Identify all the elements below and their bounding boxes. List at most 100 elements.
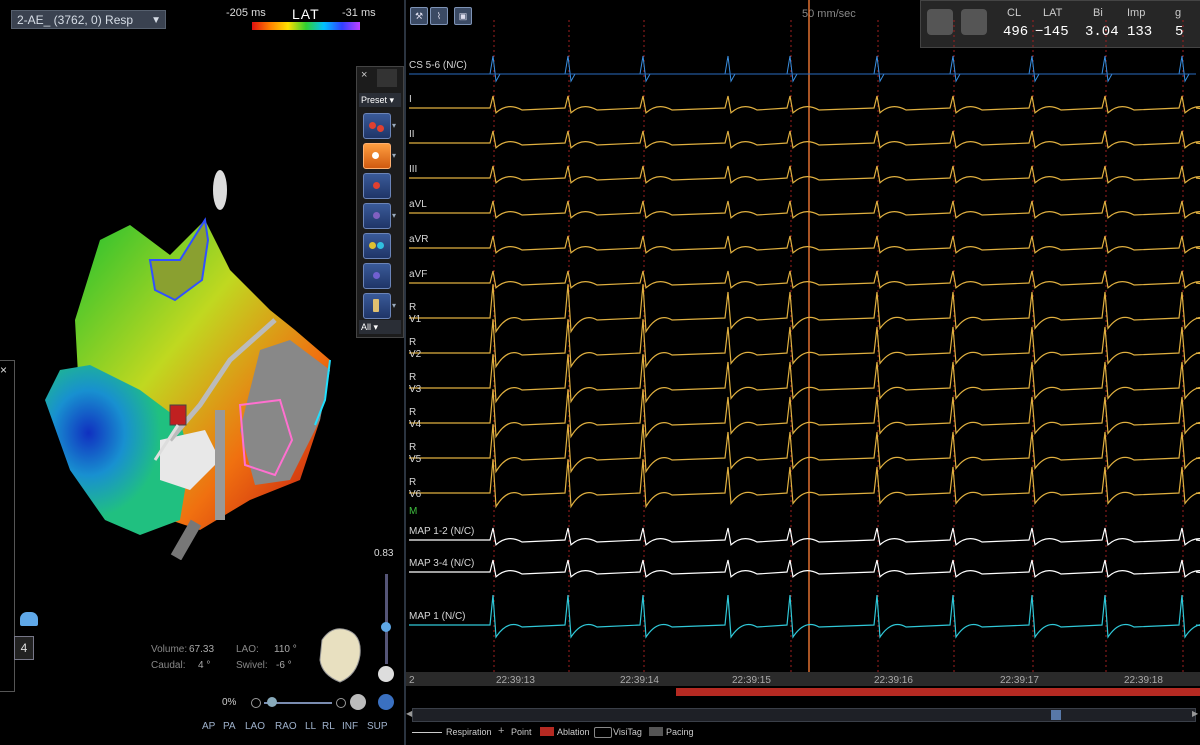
display-toolbar: × Preset ▾ ▾ ▾ ▾ ▾ All ▾ xyxy=(356,66,404,338)
channel-label: R V2 xyxy=(409,337,421,361)
lead-name: V3 xyxy=(409,384,422,395)
legend-point: Point xyxy=(511,727,532,737)
signal-trace xyxy=(409,389,1200,439)
preset-select[interactable]: Preset ▾ xyxy=(359,93,401,107)
signal-trace xyxy=(409,354,1200,404)
view-rao[interactable]: RAO xyxy=(275,721,297,732)
zoom-in-icon[interactable] xyxy=(336,698,346,708)
channel-label: MAP 1 (N/C) xyxy=(409,611,466,622)
signal-traces[interactable] xyxy=(406,0,1200,672)
zoom-slider-thumb[interactable] xyxy=(267,697,277,707)
scroll-right-icon[interactable]: ▶ xyxy=(1192,709,1198,718)
channel-label: III xyxy=(409,164,418,175)
lead-name: V4 xyxy=(409,419,422,430)
timeline-left-marker: 2 xyxy=(409,675,415,686)
lead-name: V5 xyxy=(409,454,422,465)
channel-label: R V3 xyxy=(409,372,421,396)
zoom-out-icon[interactable] xyxy=(251,698,261,708)
channel-label: II xyxy=(409,129,415,140)
time-tick: 22:39:16 xyxy=(874,675,913,686)
chevron-down-icon[interactable]: ▾ xyxy=(392,151,396,160)
channel-label: R V4 xyxy=(409,407,421,431)
scrollbar-thumb[interactable] xyxy=(1051,710,1061,720)
grid-points-button[interactable] xyxy=(363,203,391,229)
lat-min-label: -205 ms xyxy=(226,7,266,19)
swivel-value: -6 ° xyxy=(276,660,292,671)
signal-trace xyxy=(409,424,1200,474)
chevron-down-icon[interactable]: ▾ xyxy=(392,121,396,130)
signal-trace xyxy=(409,459,1200,509)
lead-name: V1 xyxy=(409,314,422,325)
signal-trace xyxy=(409,200,1200,219)
catheter-tip xyxy=(169,404,187,426)
caudal-label: Caudal: xyxy=(151,660,186,671)
lead-prefix: R xyxy=(409,372,417,383)
view-lao[interactable]: LAO xyxy=(245,721,265,732)
lat-title: LAT xyxy=(292,6,320,22)
map-selector[interactable]: 2-AE_ (3762, 0) Resp ▼ xyxy=(11,10,166,29)
volume-value: 67.33 xyxy=(189,644,215,655)
time-tick: 22:39:15 xyxy=(732,675,771,686)
palette-button[interactable] xyxy=(363,233,391,259)
lat-max-label: -31 ms xyxy=(342,7,376,19)
side-number[interactable]: 4 xyxy=(14,636,34,660)
nav-icon[interactable] xyxy=(378,694,394,710)
legend-visitag: VisiTag xyxy=(613,727,642,737)
chevron-down-icon: ▾ xyxy=(373,322,379,332)
vertical-slider-thumb[interactable] xyxy=(381,622,391,632)
view-rl[interactable]: RL xyxy=(322,721,335,732)
reset-view-icon[interactable] xyxy=(350,694,366,710)
catheter-button[interactable] xyxy=(363,293,391,319)
channel-label: CS 5-6 (N/C) xyxy=(409,60,467,71)
swivel-label: Swivel: xyxy=(236,660,268,671)
lead-prefix: R xyxy=(409,337,417,348)
color-points-button[interactable] xyxy=(363,143,391,169)
time-tick: 22:39:14 xyxy=(620,675,659,686)
signal-trace xyxy=(409,165,1200,184)
map-panel[interactable]: 2-AE_ (3762, 0) Resp ▼ -205 ms LAT -31 m… xyxy=(0,0,404,745)
chevron-down-icon: ▾ xyxy=(389,95,395,105)
time-tick: 22:39:17 xyxy=(1000,675,1039,686)
lead-name: V6 xyxy=(409,489,422,500)
signal-trace xyxy=(409,559,1200,578)
legend-pacing: Pacing xyxy=(666,727,694,737)
signal-trace xyxy=(409,594,1200,639)
scroll-left-icon[interactable]: ◀ xyxy=(406,709,412,718)
legend-ablation: Ablation xyxy=(557,727,590,737)
grid-dots-icon[interactable] xyxy=(377,69,397,87)
channel-label: MAP 1-2 (N/C) xyxy=(409,526,475,537)
chevron-down-icon[interactable]: ▾ xyxy=(392,301,396,310)
all-select[interactable]: All ▾ xyxy=(359,320,401,334)
heart-3d-map[interactable] xyxy=(30,160,360,560)
chevron-down-icon[interactable]: ▾ xyxy=(392,211,396,220)
zoom-percent: 0% xyxy=(222,697,237,708)
mesh-button[interactable] xyxy=(363,263,391,289)
signal-trace xyxy=(409,284,1200,334)
signal-trace xyxy=(409,319,1200,369)
ablation-swatch xyxy=(540,727,554,736)
rotate-icon[interactable] xyxy=(378,666,394,682)
channel-label: MAP 3-4 (N/C) xyxy=(409,558,475,569)
signal-trace xyxy=(409,95,1200,114)
lao-label: LAO: xyxy=(236,644,259,655)
timeline-scrollbar[interactable] xyxy=(412,708,1196,722)
channel-label: aVF xyxy=(409,269,428,280)
lead-name: V2 xyxy=(409,349,422,360)
view-ll[interactable]: LL xyxy=(305,721,316,732)
ep-recording-panel[interactable]: ⚒ ⌇ ▣ 50 mm/sec CL LAT Bi Imp g 496 −145… xyxy=(406,0,1200,745)
signal-trace xyxy=(409,235,1200,254)
toolbar-close-icon[interactable]: × xyxy=(361,69,367,81)
view-ap[interactable]: AP xyxy=(202,721,215,732)
legend-respiration-line xyxy=(412,732,442,733)
channel-label: I xyxy=(409,94,412,105)
points-display-button[interactable] xyxy=(363,113,391,139)
vertical-slider-track[interactable] xyxy=(385,574,388,664)
single-point-button[interactable] xyxy=(363,173,391,199)
heart-mini-icon[interactable] xyxy=(20,612,38,626)
view-inf[interactable]: INF xyxy=(342,721,358,732)
time-tick: 22:39:13 xyxy=(496,675,535,686)
lead-prefix: R xyxy=(409,477,417,488)
view-sup[interactable]: SUP xyxy=(367,721,388,732)
lead-prefix: R xyxy=(409,442,417,453)
view-pa[interactable]: PA xyxy=(223,721,236,732)
